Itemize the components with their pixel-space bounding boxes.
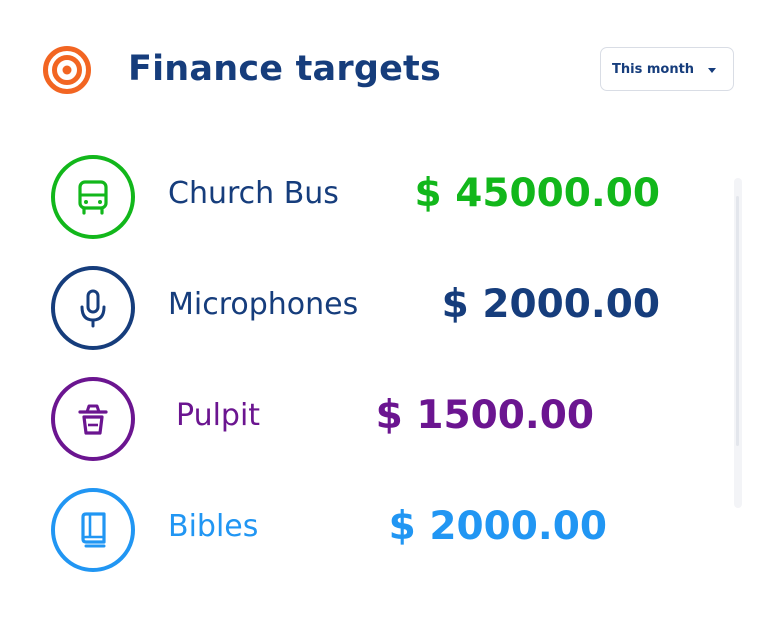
target-amount: $ 2000.00 bbox=[441, 282, 660, 327]
target-amount: $ 45000.00 bbox=[414, 171, 660, 216]
bus-icon bbox=[51, 155, 135, 239]
pulpit-icon bbox=[51, 377, 135, 461]
target-name: Microphones bbox=[168, 287, 359, 322]
target-name: Pulpit bbox=[176, 398, 261, 433]
target-name: Bibles bbox=[168, 509, 259, 544]
period-dropdown-label: This month bbox=[612, 62, 695, 77]
target-row-church-bus[interactable]: Church Bus $ 45000.00 bbox=[0, 150, 720, 240]
target-name: Church Bus bbox=[168, 176, 339, 211]
target-row-bibles[interactable]: Bibles $ 2000.00 bbox=[0, 483, 720, 573]
target-icon bbox=[43, 46, 91, 94]
list-scrollbar[interactable] bbox=[734, 178, 742, 508]
period-dropdown[interactable]: This month bbox=[600, 47, 734, 91]
target-amount: $ 1500.00 bbox=[375, 393, 594, 438]
caret-down-icon bbox=[708, 68, 716, 73]
finance-target-list: Church Bus $ 45000.00 Microphones $ 2000… bbox=[0, 150, 768, 590]
target-row-microphones[interactable]: Microphones $ 2000.00 bbox=[0, 261, 720, 351]
book-icon bbox=[51, 488, 135, 572]
microphone-icon bbox=[51, 266, 135, 350]
scrollbar-thumb[interactable] bbox=[736, 196, 739, 446]
target-row-pulpit[interactable]: Pulpit $ 1500.00 bbox=[0, 372, 720, 462]
target-amount: $ 2000.00 bbox=[388, 504, 607, 549]
page-title: Finance targets bbox=[128, 49, 441, 89]
